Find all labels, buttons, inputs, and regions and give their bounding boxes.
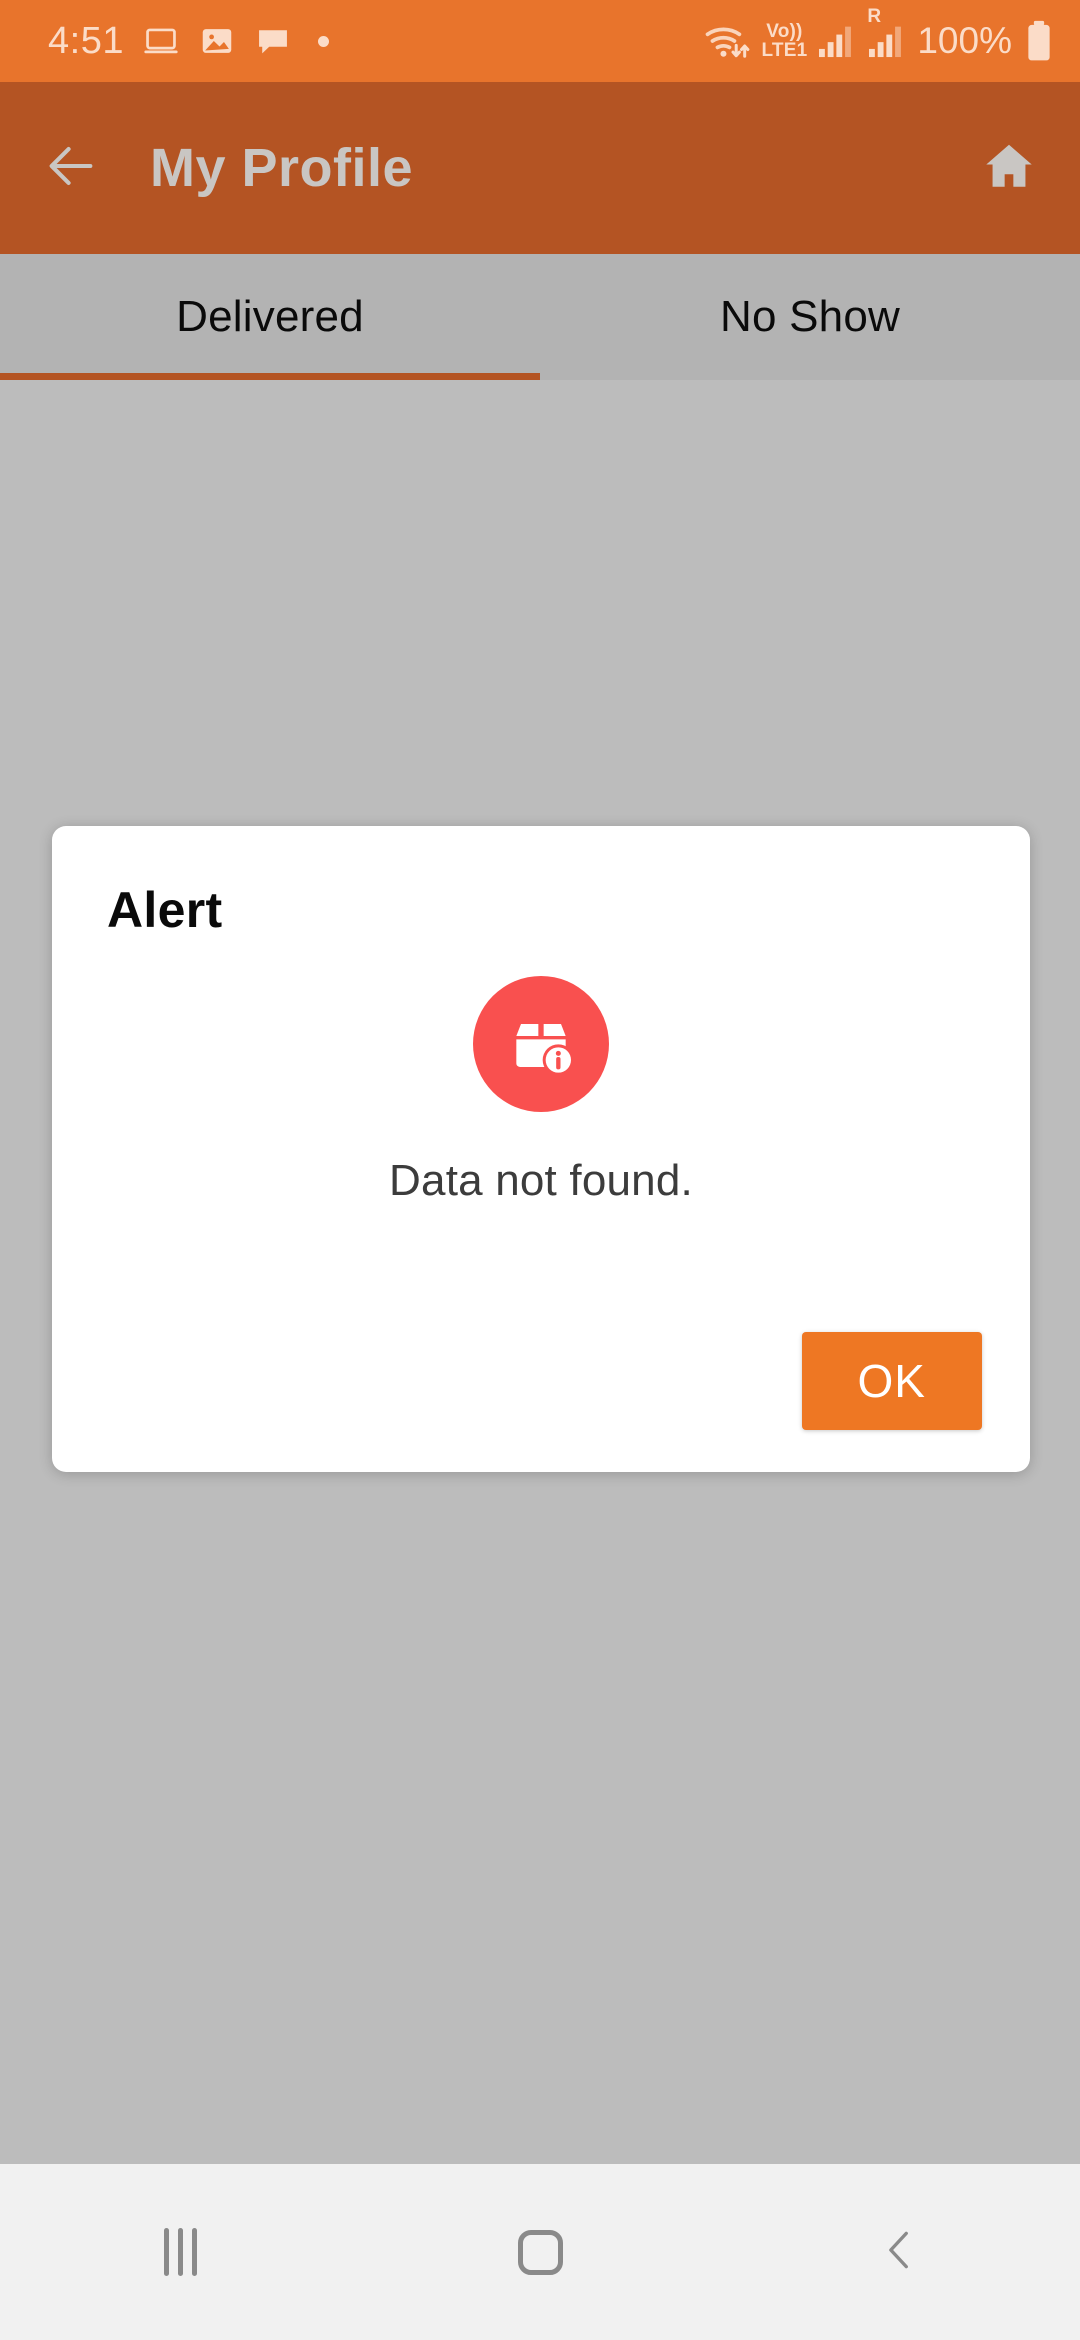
roaming-signal-indicator: R [867,6,905,58]
laptop-icon [142,22,180,60]
gallery-icon [198,22,236,60]
nav-back-button[interactable] [720,2225,1080,2280]
volte-line-1: Vo)) [766,21,803,42]
battery-percent-label: 100% [917,20,1012,61]
back-arrow-icon[interactable] [42,137,100,200]
phone-screen: 4:51 Vo)) LTE1 R 100% My Profile Deliver… [0,0,1080,2340]
notification-dot-icon [317,35,329,47]
package-info-icon [473,976,609,1112]
home-square-icon [517,2229,563,2275]
home-icon[interactable] [980,137,1038,200]
chat-bubble-icon [254,22,292,60]
tab-delivered-label: Delivered [176,292,364,341]
back-chevron-icon [875,2225,925,2280]
recents-icon [163,2228,197,2276]
wifi-with-data-arrows-icon [704,21,750,61]
system-nav-bar [0,2164,1080,2340]
roaming-label: R [867,6,882,27]
status-bar-right: Vo)) LTE1 R 100% [704,6,1054,63]
dialog-title: Alert [107,882,223,938]
ok-button[interactable]: OK [801,1332,982,1430]
nav-recents-button[interactable] [0,2228,360,2276]
volte-indicator: Vo)) LTE1 [762,22,808,60]
alert-dialog: Alert Data not found. OK [52,826,1030,1472]
nav-home-button[interactable] [360,2229,720,2275]
app-bar: My Profile [0,82,1080,254]
tab-no-show[interactable]: No Show [540,254,1080,380]
roaming-signal-bars-icon [869,26,902,58]
status-bar: 4:51 Vo)) LTE1 R 100% [0,0,1080,82]
tab-no-show-label: No Show [720,292,900,341]
tab-delivered[interactable]: Delivered [0,254,540,380]
battery-full-icon [1024,19,1054,63]
signal-bars-icon [817,24,855,58]
volte-line-2: LTE1 [761,40,808,61]
page-title: My Profile [150,138,414,198]
status-bar-left: 4:51 [48,20,329,63]
dialog-message: Data not found. [389,1156,693,1205]
dialog-actions: OK [801,1332,982,1430]
status-bar-clock: 4:51 [48,19,124,62]
tab-bar: Delivered No Show [0,254,1080,380]
